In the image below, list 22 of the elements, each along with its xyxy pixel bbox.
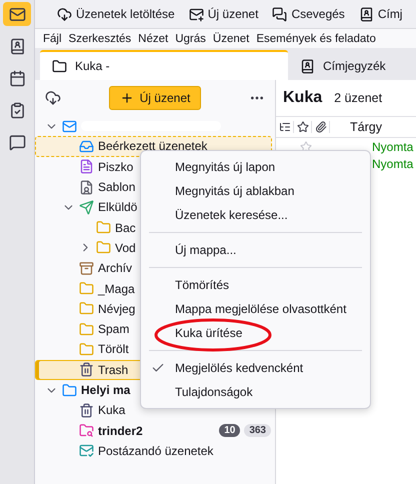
folder-name: Elküldö [98, 200, 138, 214]
folder-name: Kuka [98, 403, 126, 418]
folder-name: _Maga [98, 282, 135, 296]
folder-name: Vod [115, 240, 136, 255]
message-count: 2 üzenet [334, 91, 382, 105]
folder-name: trinder2 [98, 424, 143, 438]
folder-name: Névjeg [98, 302, 136, 316]
message-subject: Nyomta [372, 140, 414, 154]
folder-name: Piszko [98, 160, 134, 174]
folder-name: Postázandó üzenetek [98, 444, 214, 458]
total-count: 363 [244, 424, 271, 438]
unread-count: 10 [219, 424, 240, 438]
folder-name: Törölt [98, 342, 129, 356]
message-subject: Nyomta [372, 156, 414, 170]
folder-name: Archív [98, 261, 132, 276]
folder-name: Trash [98, 362, 128, 377]
folder-name: Bac [115, 220, 136, 235]
folder-name: Beérkezett üzenetek [98, 139, 208, 154]
folder-name: Spam [98, 322, 130, 336]
folder-name: Sablon [98, 180, 136, 194]
folder-name: Helyi ma [81, 383, 130, 397]
folder-title: Kuka [283, 89, 322, 107]
